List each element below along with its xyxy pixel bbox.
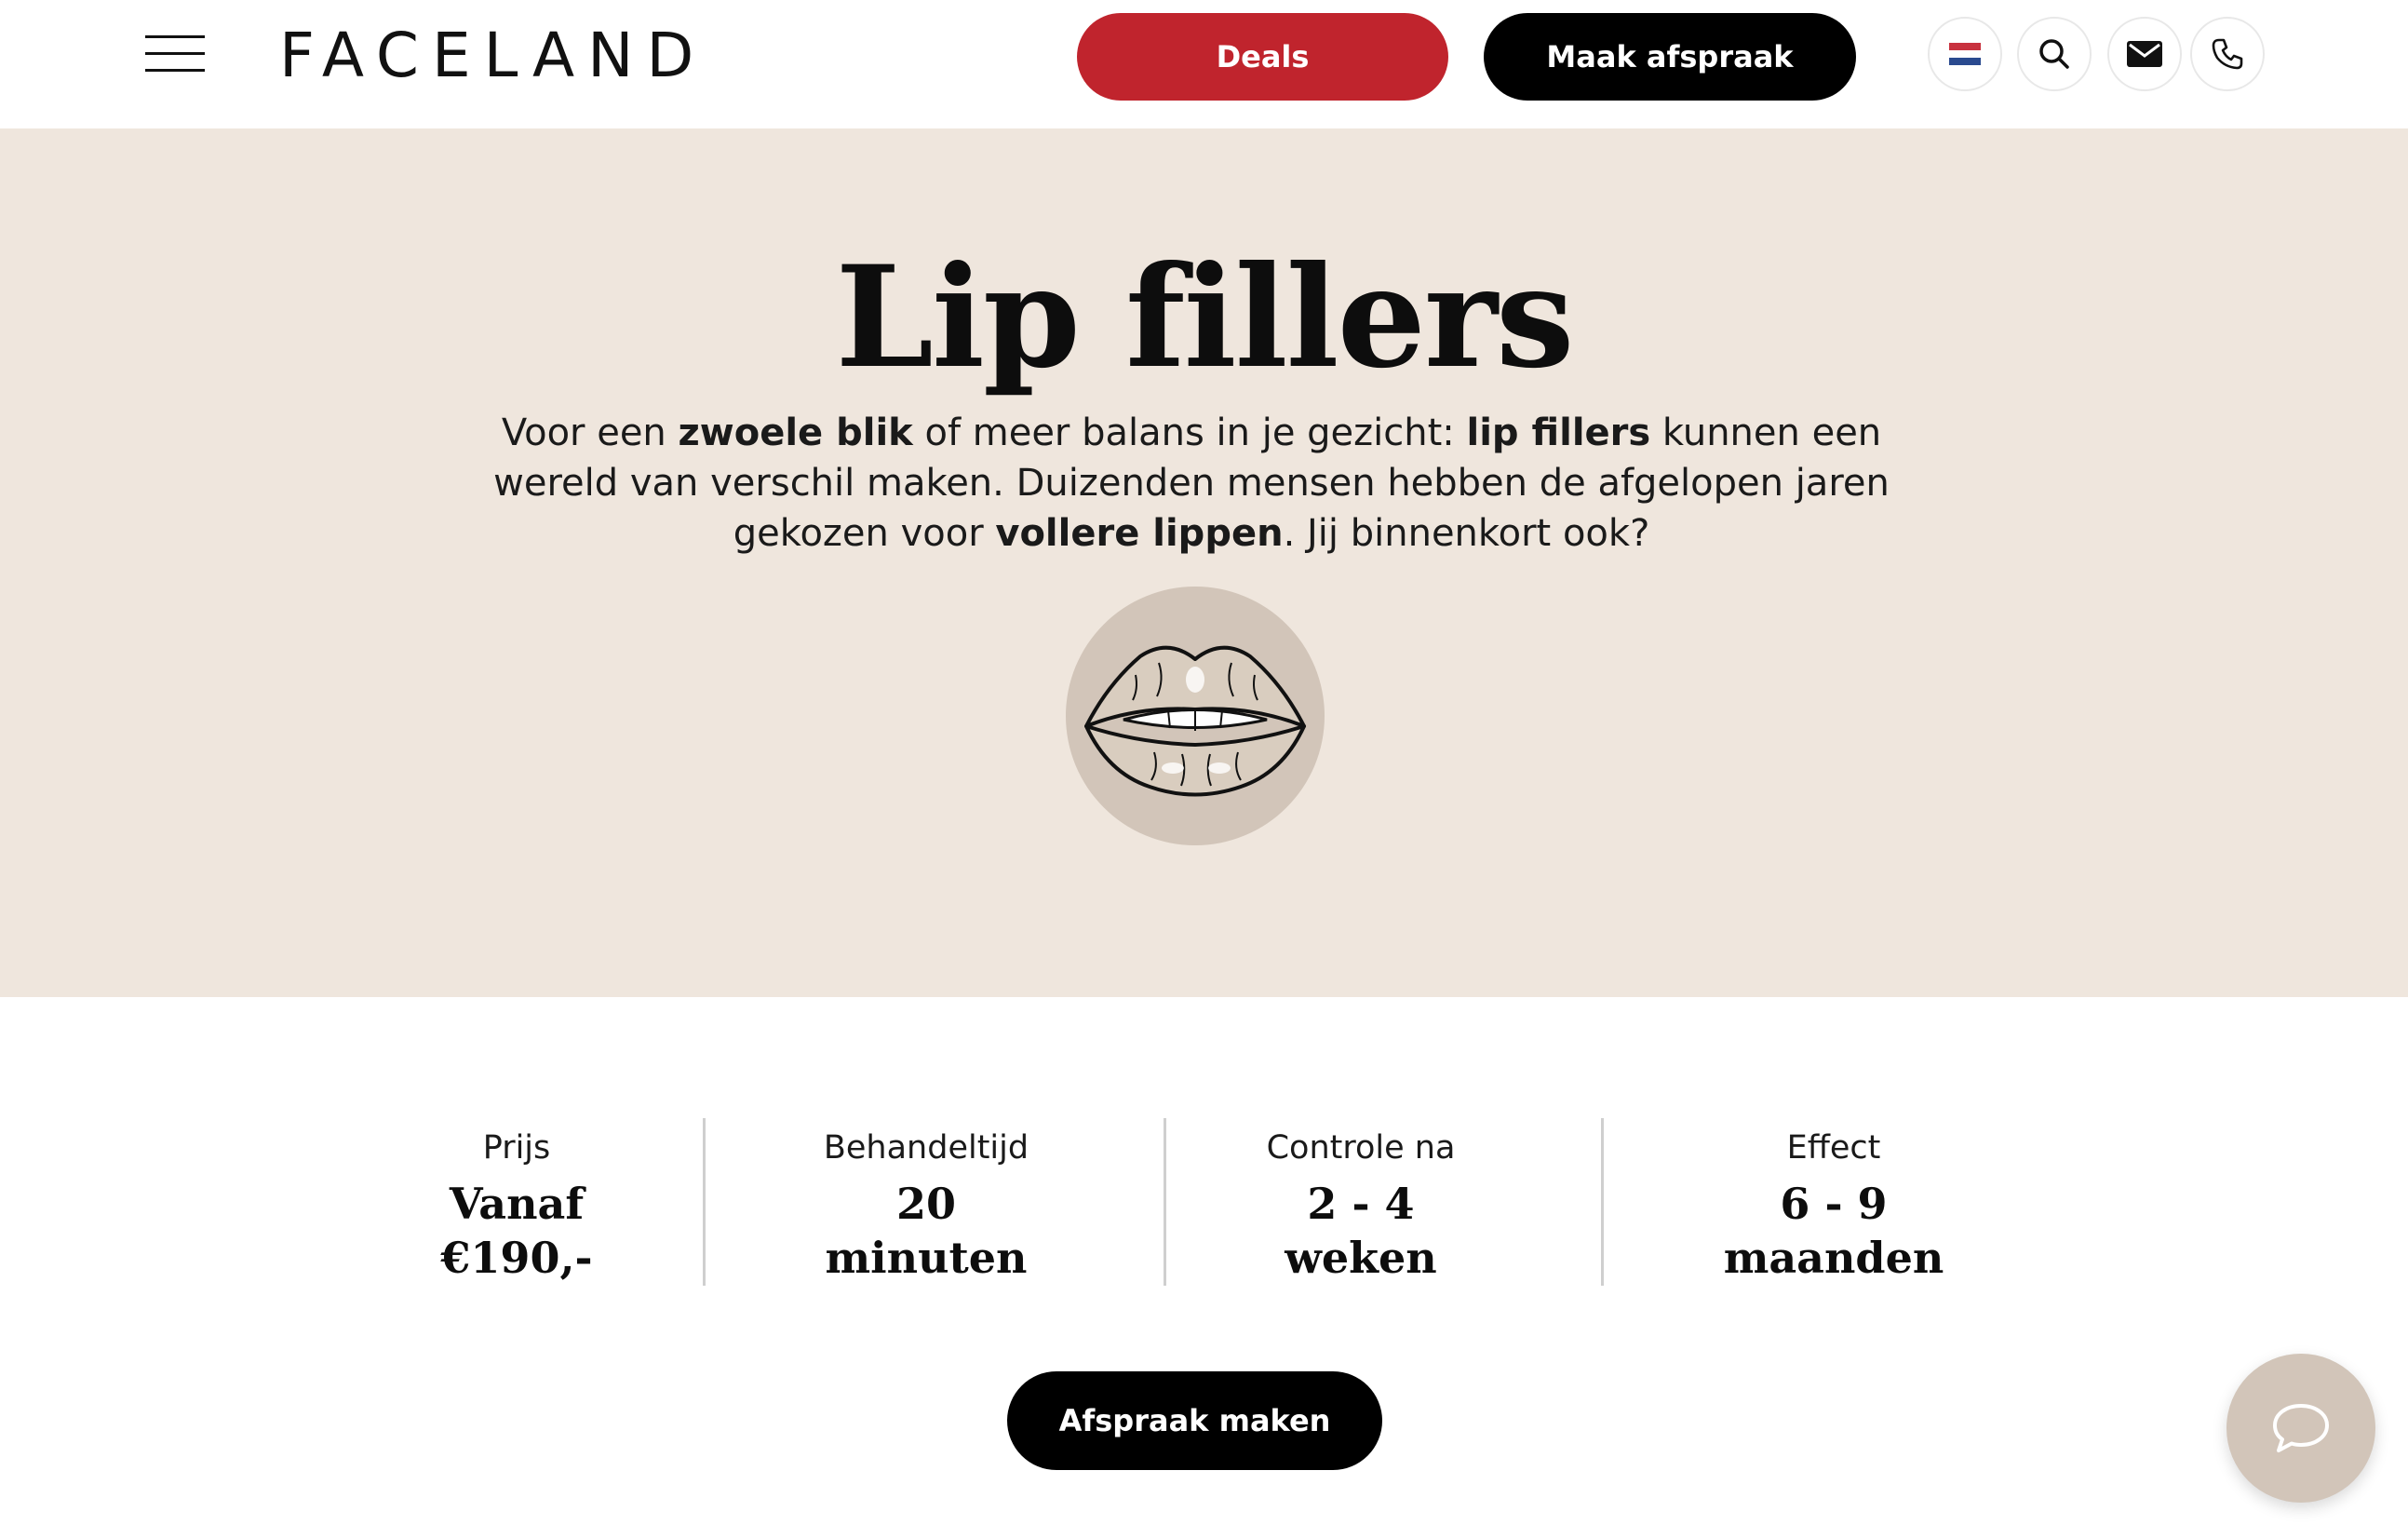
deals-button[interactable]: Deals bbox=[1077, 13, 1448, 101]
chat-bubble-icon bbox=[2273, 1404, 2329, 1452]
logo[interactable]: FACELAND bbox=[279, 20, 706, 91]
chat-button[interactable] bbox=[2226, 1354, 2375, 1503]
menu-icon[interactable] bbox=[145, 35, 205, 73]
fact-price: Prijs Vanaf €190,- bbox=[377, 1125, 656, 1285]
search-icon bbox=[2039, 39, 2069, 69]
divider bbox=[1601, 1118, 1604, 1286]
language-switcher[interactable] bbox=[1928, 17, 2002, 91]
site-header: FACELAND Deals Maak afspraak bbox=[0, 0, 2408, 128]
fact-value: Vanaf €190,- bbox=[440, 1179, 593, 1283]
fact-label: Behandeltijd bbox=[823, 1129, 1029, 1167]
fact-value: 2 - 4 weken bbox=[1285, 1179, 1437, 1283]
fact-label: Prijs bbox=[482, 1129, 551, 1167]
search-button[interactable] bbox=[2017, 17, 2092, 91]
phone-icon bbox=[2212, 38, 2243, 70]
fact-effect: Effect 6 - 9 maanden bbox=[1685, 1125, 1983, 1285]
make-appointment-button[interactable]: Maak afspraak bbox=[1484, 13, 1856, 101]
lips-illustration bbox=[1066, 587, 1325, 845]
fact-label: Effect bbox=[1786, 1129, 1881, 1167]
fact-value: 6 - 9 maanden bbox=[1723, 1179, 1944, 1283]
fact-label: Controle na bbox=[1266, 1129, 1456, 1167]
divider bbox=[703, 1118, 706, 1286]
fact-check-after: Controle na 2 - 4 weken bbox=[1221, 1125, 1500, 1285]
hero-intro: Voor een zwoele blik of meer balans in j… bbox=[493, 411, 1890, 555]
fact-value: 20 minuten bbox=[825, 1179, 1028, 1283]
fact-treatment-time: Behandeltijd 20 minuten bbox=[773, 1125, 1080, 1285]
mail-button[interactable] bbox=[2107, 17, 2182, 91]
lips-icon bbox=[1084, 645, 1306, 797]
page-title: Lip fillers bbox=[835, 236, 1575, 399]
divider bbox=[1164, 1118, 1166, 1286]
phone-button[interactable] bbox=[2190, 17, 2265, 91]
treatment-facts: Prijs Vanaf €190,- Behandeltijd 20 minut… bbox=[0, 997, 2408, 1538]
hero-section: Lip fillers Voor een zwoele blik of meer… bbox=[0, 128, 2408, 997]
book-appointment-button[interactable]: Afspraak maken bbox=[1007, 1371, 1382, 1470]
mail-icon bbox=[2127, 41, 2162, 67]
dutch-flag-icon bbox=[1949, 43, 1981, 65]
